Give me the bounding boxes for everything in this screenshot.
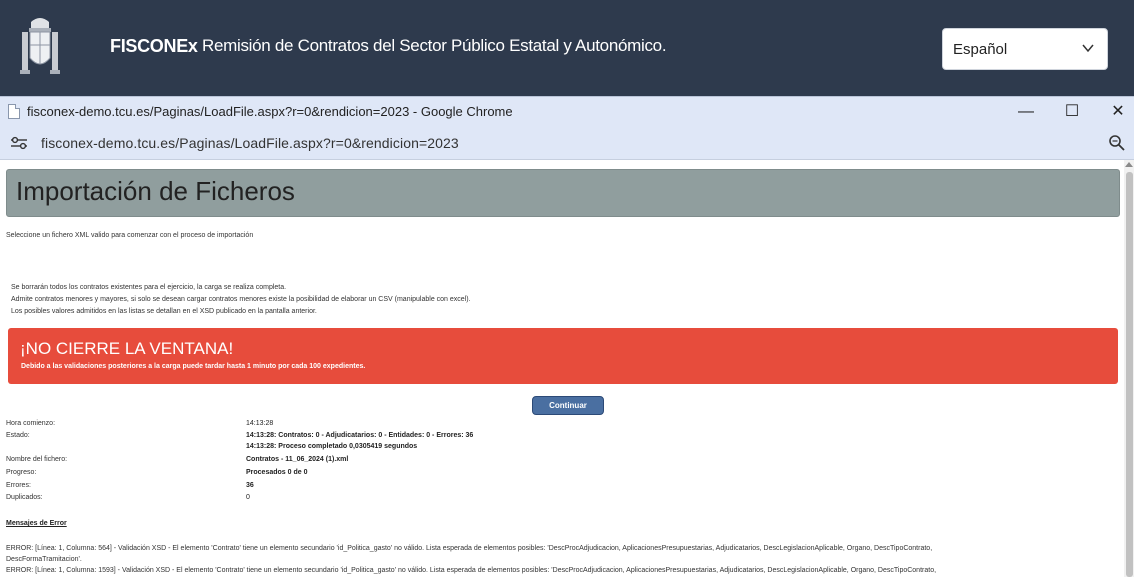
language-selected-value: Español bbox=[953, 41, 1008, 58]
page-header: Importación de Ficheros bbox=[6, 169, 1120, 217]
status-label: Nombre del fichero: bbox=[6, 456, 68, 463]
scroll-up-icon[interactable] bbox=[1125, 162, 1133, 167]
status-value: Procesados 0 de 0 bbox=[246, 469, 308, 476]
coat-of-arms-icon bbox=[20, 18, 60, 74]
status-value: Contratos - 11_06_2024 (1).xml bbox=[246, 456, 349, 463]
minimize-button[interactable]: — bbox=[1011, 100, 1041, 124]
status-value: 0 bbox=[246, 494, 250, 501]
note-line: Admite contratos menores y mayores, si s… bbox=[11, 296, 471, 303]
status-label: Errores: bbox=[6, 482, 31, 489]
status-label: Hora comienzo: bbox=[6, 420, 56, 427]
status-value: 14:13:28: Proceso completado 0,0305419 s… bbox=[246, 443, 418, 450]
note-line: Los posibles valores admitidos en las li… bbox=[11, 308, 317, 315]
zoom-icon[interactable] bbox=[1108, 134, 1126, 152]
scroll-thumb[interactable] bbox=[1126, 172, 1133, 577]
status-label: Estado: bbox=[6, 432, 30, 439]
alert-subtitle: Debido a las validaciones posteriores a … bbox=[21, 363, 366, 370]
url-text[interactable]: fisconex-demo.tcu.es/Paginas/LoadFile.as… bbox=[41, 135, 459, 151]
instruction-text: Seleccione un fichero XML valido para co… bbox=[6, 232, 254, 239]
error-messages-heading: Mensajes de Error bbox=[6, 520, 67, 527]
site-settings-icon[interactable] bbox=[10, 136, 28, 150]
status-value: 14:13:28 bbox=[246, 420, 274, 427]
alert-title: ¡NO CIERRE LA VENTANA! bbox=[20, 339, 234, 358]
window-title: fisconex-demo.tcu.es/Paginas/LoadFile.as… bbox=[27, 104, 513, 119]
page-title: Importación de Ficheros bbox=[16, 176, 295, 206]
error-line: DescFormaTramitacion'. bbox=[6, 556, 82, 563]
continue-button[interactable]: Continuar bbox=[532, 396, 604, 415]
popup-titlebar: fisconex-demo.tcu.es/Paginas/LoadFile.as… bbox=[0, 96, 1134, 126]
close-button[interactable]: ✕ bbox=[1103, 100, 1133, 124]
app-header: FISCONEx Remisión de Contratos del Secto… bbox=[0, 0, 1134, 96]
language-select[interactable]: Español bbox=[942, 28, 1108, 70]
status-label: Duplicados: bbox=[6, 494, 43, 501]
status-value: 14:13:28: Contratos: 0 - Adjudicatarios:… bbox=[246, 432, 474, 439]
note-line: Se borrarán todos los contratos existent… bbox=[11, 284, 287, 291]
address-bar: fisconex-demo.tcu.es/Paginas/LoadFile.as… bbox=[0, 126, 1134, 160]
warning-alert: ¡NO CIERRE LA VENTANA! Debido a las vali… bbox=[8, 328, 1118, 384]
page-icon bbox=[8, 104, 20, 119]
error-line: ERROR: [Línea: 1, Columna: 1593] - Valid… bbox=[6, 567, 937, 574]
vertical-scrollbar[interactable] bbox=[1124, 160, 1134, 577]
maximize-button[interactable]: ☐ bbox=[1057, 100, 1087, 124]
app-subtitle: Remisión de Contratos del Sector Público… bbox=[202, 36, 667, 55]
chevron-down-icon bbox=[1082, 44, 1094, 53]
page-content: Importación de Ficheros Seleccione un fi… bbox=[0, 160, 1124, 577]
status-label: Progreso: bbox=[6, 469, 37, 476]
app-brand: FISCONEx bbox=[110, 36, 198, 56]
error-line: ERROR: [Línea: 1, Columna: 564] - Valida… bbox=[6, 545, 933, 552]
status-value: 36 bbox=[246, 482, 254, 489]
